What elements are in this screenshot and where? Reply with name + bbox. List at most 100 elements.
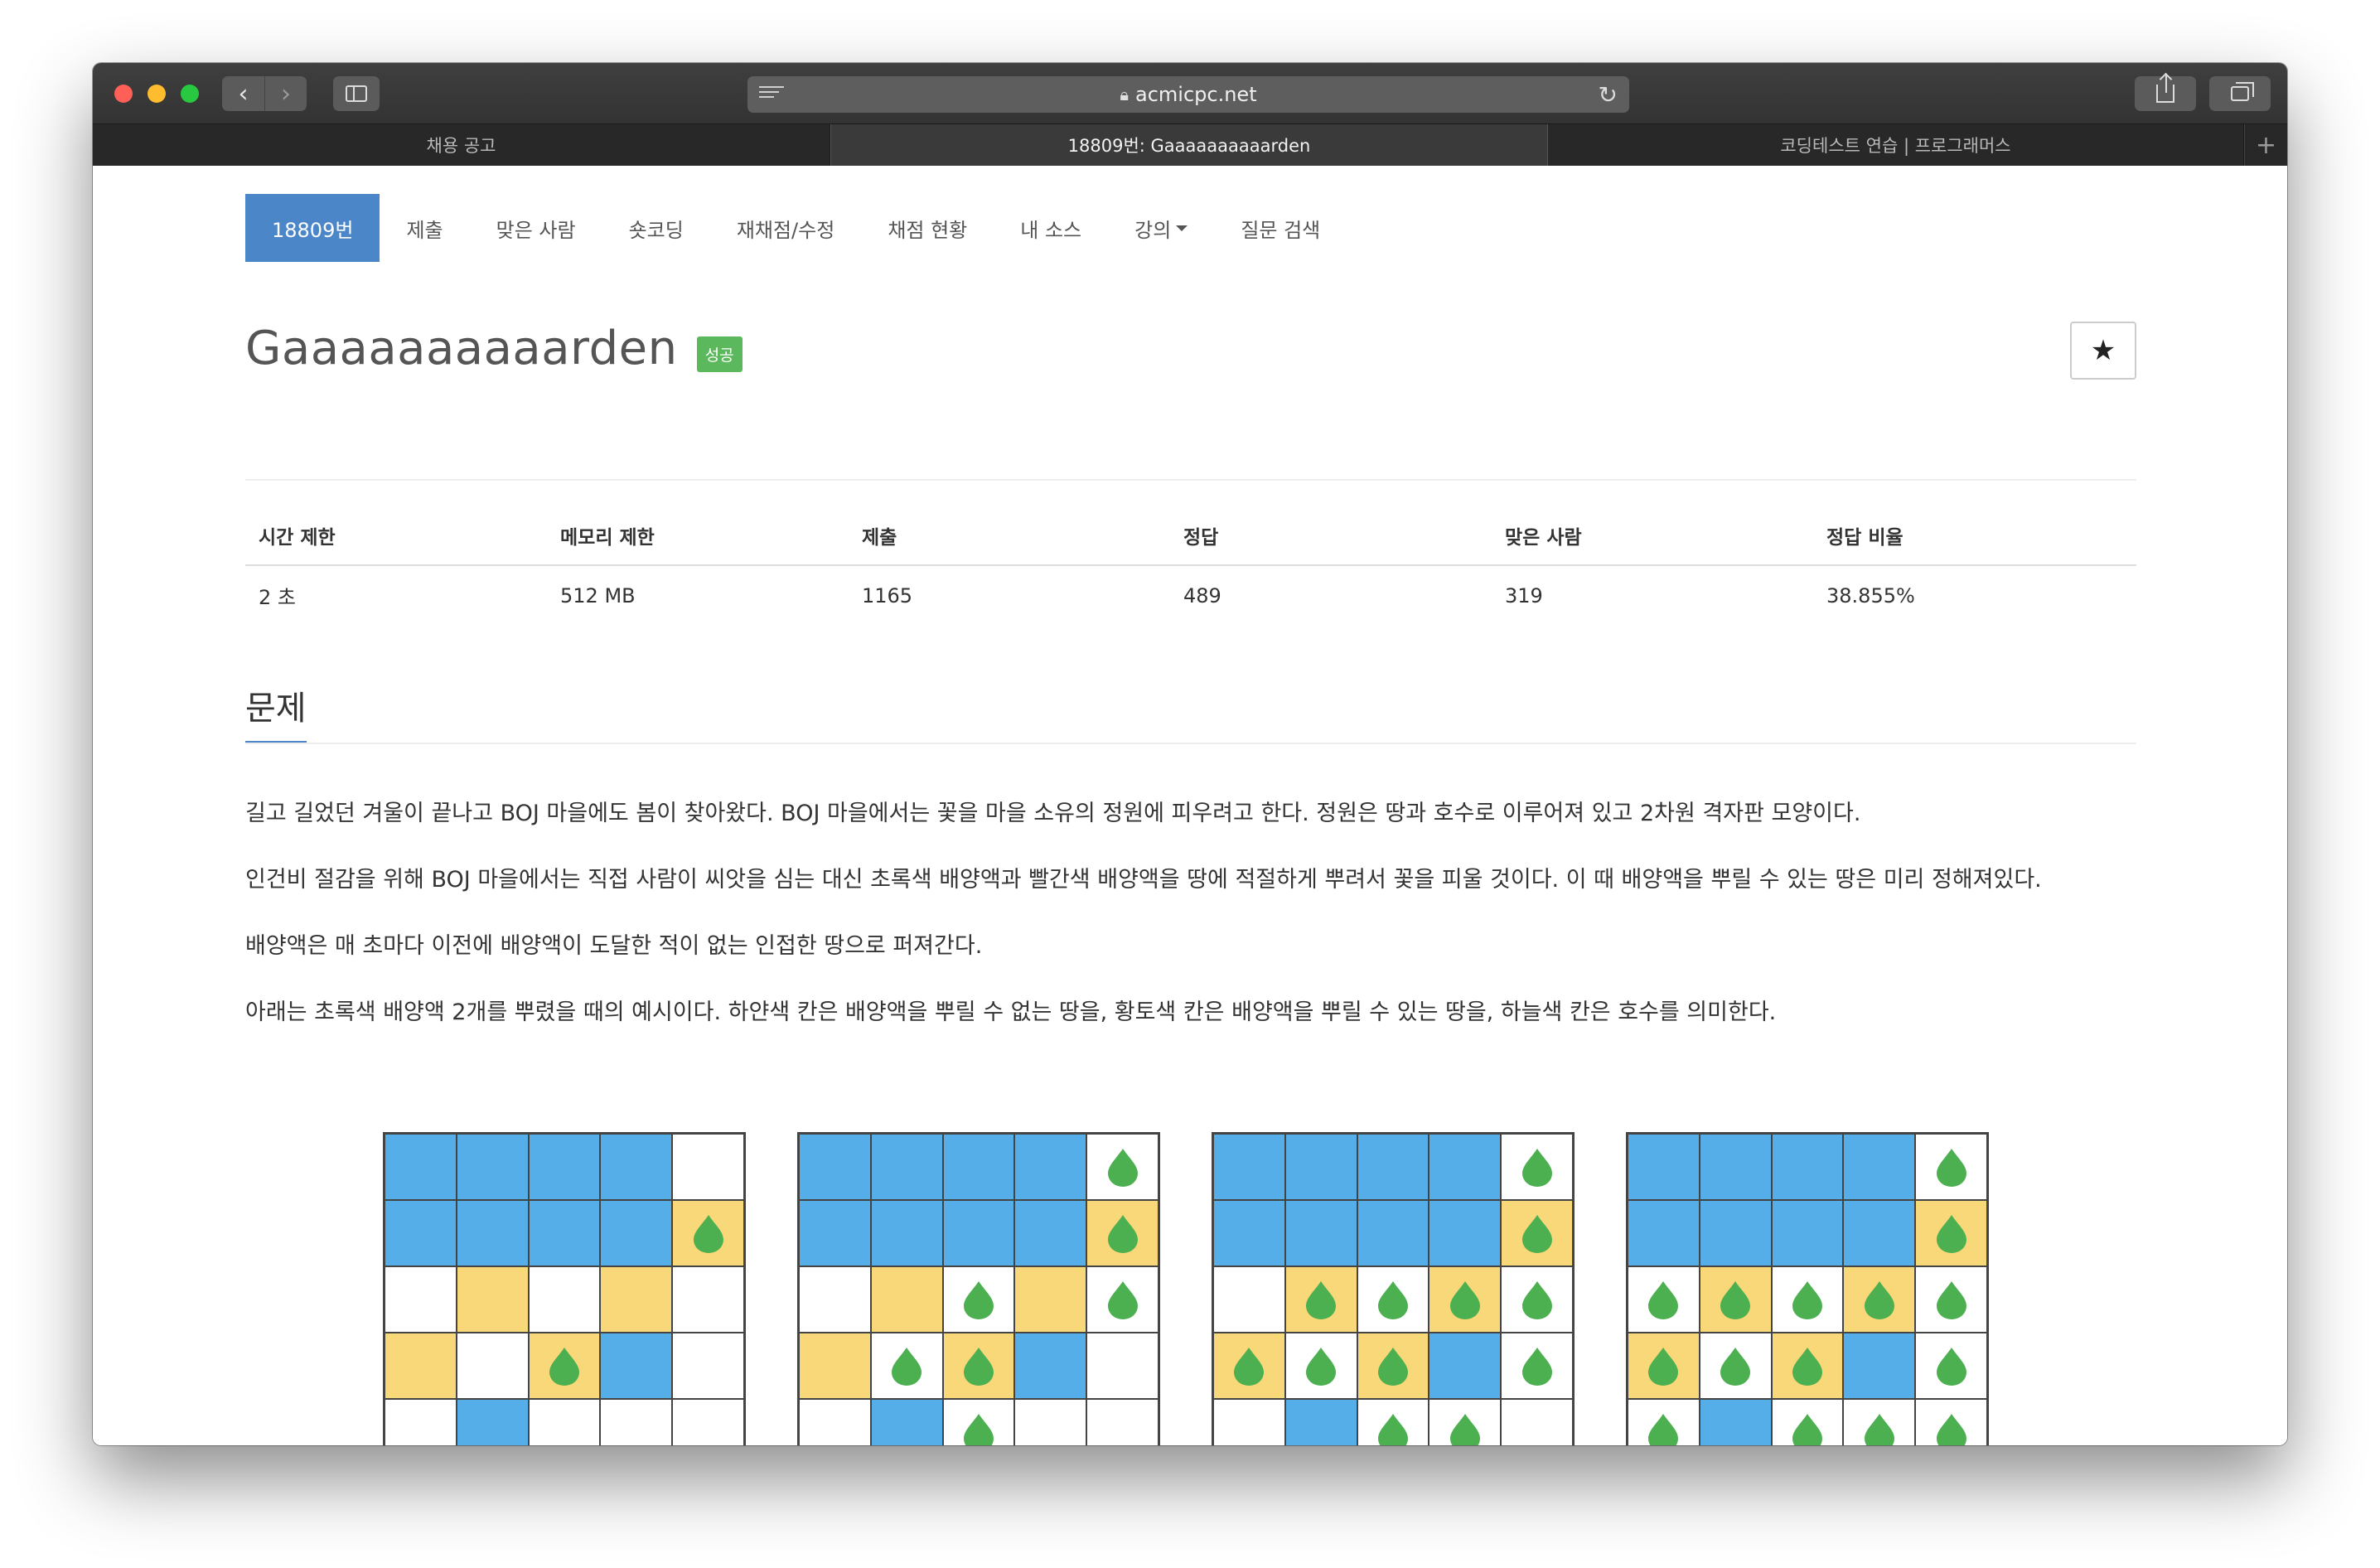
divider (245, 743, 2136, 744)
tab-overview-button[interactable] (2209, 76, 2271, 111)
plus-icon: + (2255, 130, 2277, 160)
white-cell (672, 1266, 744, 1333)
nav-problem[interactable]: 18809번 (245, 194, 380, 262)
white-cell (1357, 1399, 1429, 1445)
green-drop-icon (1377, 1281, 1408, 1319)
reader-icon[interactable] (759, 86, 784, 103)
sidebar-toggle-button[interactable] (333, 76, 380, 111)
white-cell (1915, 1134, 1987, 1200)
caret-down-icon (1176, 225, 1188, 231)
description-paragraph: 길고 길었던 겨울이 끝나고 BOJ 마을에도 봄이 찾아왔다. BOJ 마을에… (245, 801, 1861, 826)
forward-button[interactable]: › (264, 76, 307, 111)
white-cell (1771, 1266, 1844, 1333)
lake-cell (385, 1134, 457, 1200)
white-cell (385, 1399, 457, 1445)
white-cell (799, 1399, 871, 1445)
white-cell (799, 1266, 871, 1333)
white-cell (1357, 1266, 1429, 1333)
lake-cell (870, 1399, 943, 1445)
white-cell (1699, 1333, 1772, 1399)
example-grid (1212, 1132, 1575, 1445)
problem-description: 길고 길었던 겨울이 끝나고 BOJ 마을에도 봄이 찾아왔다. BOJ 마을에… (245, 789, 2136, 1054)
white-cell (528, 1399, 601, 1445)
lake-cell (528, 1200, 601, 1266)
example-figures: 0초1초2초3초 (383, 1132, 1991, 1445)
green-drop-icon (1306, 1348, 1337, 1386)
yellow-cell (1628, 1333, 1700, 1399)
share-button[interactable] (2135, 75, 2196, 111)
lake-cell (1843, 1333, 1916, 1399)
lake-cell (1014, 1134, 1087, 1200)
yellow-cell (942, 1333, 1015, 1399)
white-cell (1086, 1134, 1159, 1200)
reload-icon[interactable]: ↻ (1599, 81, 1618, 109)
nav-label: 채점 현황 (888, 218, 968, 242)
zoom-window-button[interactable] (181, 85, 199, 103)
new-tab-button[interactable]: + (2244, 124, 2287, 166)
lake-cell (600, 1200, 673, 1266)
yellow-cell (456, 1266, 529, 1333)
nav-lectures-dropdown[interactable]: 강의 (1108, 194, 1214, 262)
lake-cell (1014, 1333, 1087, 1399)
green-drop-icon (1648, 1281, 1679, 1319)
value-accept-ratio: 38.855% (1826, 583, 1915, 607)
lake-cell (1357, 1134, 1429, 1200)
lake-cell (456, 1200, 529, 1266)
white-cell (1915, 1266, 1987, 1333)
header-submissions: 제출 (849, 520, 1170, 566)
lake-cell (870, 1200, 943, 1266)
lake-cell (1771, 1134, 1844, 1200)
yellow-cell (672, 1200, 744, 1266)
white-cell (672, 1333, 744, 1399)
header-solved-users: 맞은 사람 (1492, 520, 1813, 566)
green-drop-icon (1936, 1348, 1966, 1386)
white-cell (672, 1399, 744, 1445)
nav-question-search[interactable]: 질문 검색 (1214, 194, 1347, 262)
nav-label: 제출 (406, 218, 443, 242)
description-paragraph: 인건비 절감을 위해 BOJ 마을에서는 직접 사람이 씨앗을 심는 대신 초록… (245, 867, 2042, 893)
share-icon (2156, 75, 2174, 103)
url-text: acmicpc.net (1135, 83, 1257, 106)
example-grid (383, 1132, 746, 1445)
white-cell (1628, 1266, 1700, 1333)
tab-programmers[interactable]: 코딩테스트 연습 | 프로그래머스 (1548, 124, 2244, 166)
nav-my-source[interactable]: 내 소스 (994, 194, 1108, 262)
lake-cell (942, 1134, 1015, 1200)
green-drop-icon (1792, 1281, 1822, 1319)
nav-status[interactable]: 채점 현황 (861, 194, 994, 262)
yellow-cell (1771, 1333, 1844, 1399)
green-drop-icon (1306, 1281, 1337, 1319)
white-cell (528, 1266, 601, 1333)
yellow-cell (1284, 1266, 1357, 1333)
lake-cell (1628, 1134, 1700, 1200)
tab-jobs[interactable]: 채용 공고 (93, 124, 830, 166)
lake-cell (942, 1200, 1015, 1266)
nav-solved-users[interactable]: 맞은 사람 (470, 194, 602, 262)
green-drop-icon (1720, 1281, 1751, 1319)
table-row: 2 초 512 MB 1165 489 319 38.855% (245, 565, 2136, 625)
yellow-cell (385, 1333, 457, 1399)
lake-cell (870, 1134, 943, 1200)
value-accepted: 489 (1183, 583, 1221, 607)
close-window-button[interactable] (114, 85, 133, 103)
green-drop-icon (1449, 1281, 1480, 1319)
favorite-button[interactable]: ★ (2070, 322, 2136, 380)
lake-cell (799, 1200, 871, 1266)
browser-window: ‹ › 🔒︎ acmicpc.net ↻ 채용 공고 18809번: Gaaaa… (93, 63, 2287, 1445)
tab-label: 채용 공고 (426, 136, 496, 156)
minimize-window-button[interactable] (148, 85, 166, 103)
lake-cell (456, 1134, 529, 1200)
yellow-cell (870, 1266, 943, 1333)
nav-rejudge[interactable]: 재채점/수정 (710, 194, 862, 262)
white-cell (942, 1399, 1015, 1445)
white-cell (1086, 1333, 1159, 1399)
description-paragraph: 아래는 초록색 배양액 2개를 뿌렸을 때의 예시이다. 하얀색 칸은 배양액을… (245, 999, 1777, 1025)
nav-short-coding[interactable]: 숏코딩 (602, 194, 710, 262)
nav-submit[interactable]: 제출 (380, 194, 469, 262)
lake-cell (1213, 1134, 1285, 1200)
address-bar[interactable]: 🔒︎ acmicpc.net ↻ (747, 76, 1629, 113)
yellow-cell (1086, 1200, 1159, 1266)
back-button[interactable]: ‹ (222, 76, 264, 111)
tab-problem[interactable]: 18809번: Gaaaaaaaaaarden (830, 124, 1548, 166)
white-cell (1915, 1333, 1987, 1399)
